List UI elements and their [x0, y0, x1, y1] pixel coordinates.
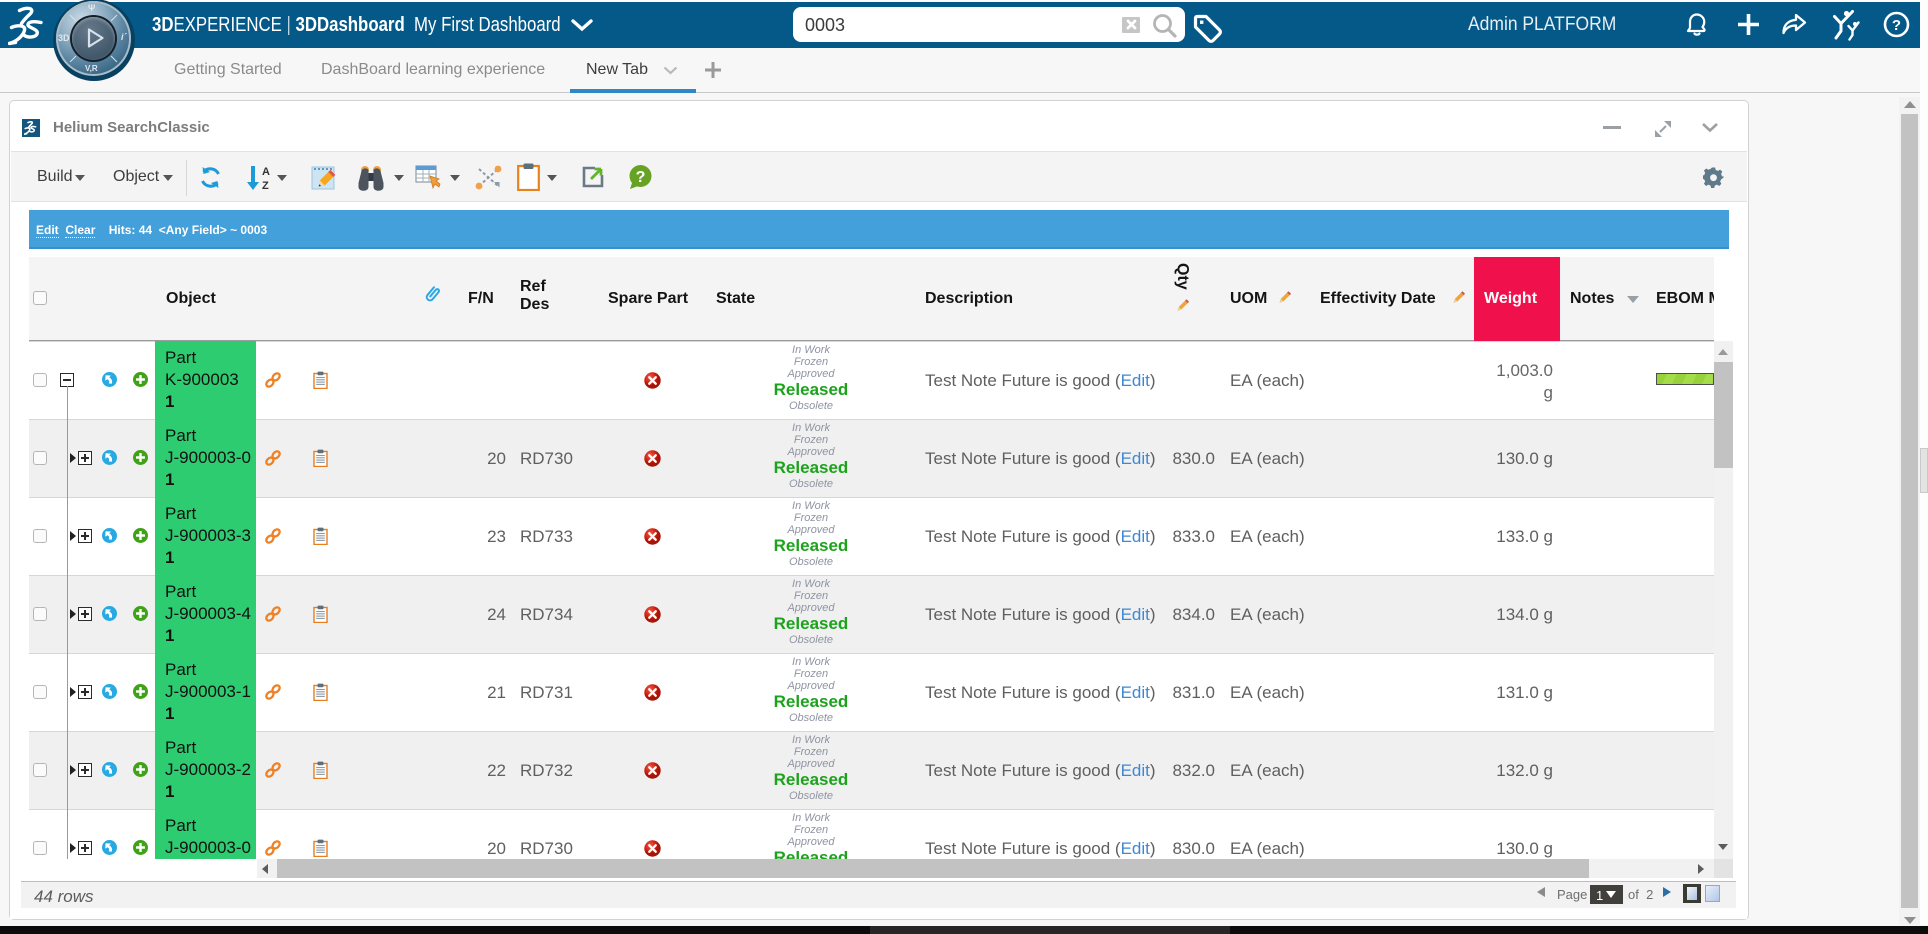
svg-text:Z: Z	[262, 180, 269, 191]
svg-text:?: ?	[636, 169, 646, 186]
svg-text:?: ?	[1892, 17, 1901, 34]
svg-text:A: A	[262, 166, 270, 178]
